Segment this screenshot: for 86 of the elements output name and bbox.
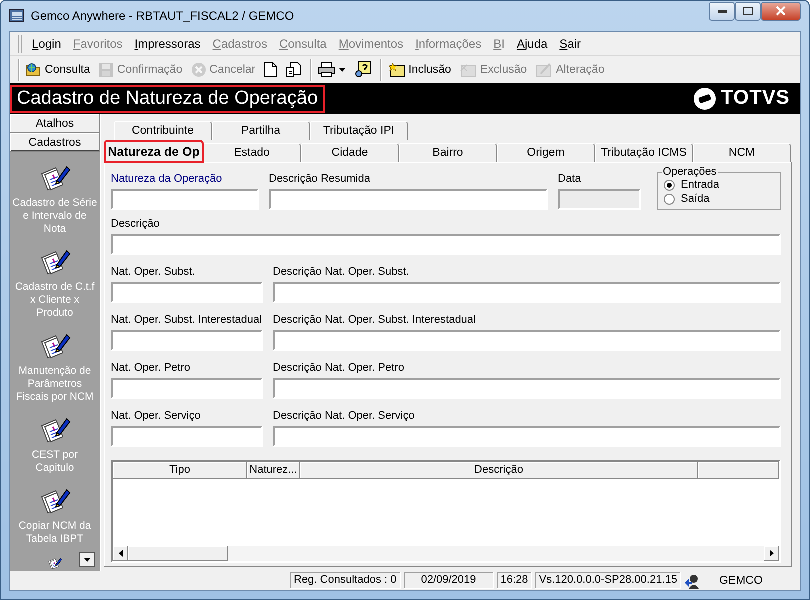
field-label: Nat. Oper. Serviço xyxy=(111,410,202,422)
menu-item[interactable]: Impressoras xyxy=(128,34,207,52)
floppy-icon xyxy=(98,62,114,78)
input-field[interactable] xyxy=(111,282,263,303)
field-label: Nat. Oper. Petro xyxy=(111,362,192,374)
page-title: Cadastro de Natureza de Operação xyxy=(10,84,326,112)
sidebar-tab[interactable]: Cadastros xyxy=(10,133,100,152)
down-arrow-icon xyxy=(84,558,90,562)
field-label: Descrição Nat. Oper. Subst. Interestadual xyxy=(273,314,477,326)
column-header[interactable]: Naturez... xyxy=(247,462,300,479)
field-label: Data xyxy=(558,173,582,185)
left-arrow-icon xyxy=(118,550,122,557)
minimize-icon xyxy=(718,10,726,12)
tab[interactable]: Partilha xyxy=(212,121,310,140)
input-field[interactable] xyxy=(111,189,259,210)
input-field[interactable] xyxy=(111,234,781,255)
help-icon xyxy=(354,60,372,78)
input-field[interactable] xyxy=(273,282,781,303)
tab[interactable]: Bairro xyxy=(399,143,497,162)
field-label: Descrição Nat. Oper. Subst. xyxy=(273,266,410,278)
radio-button[interactable] xyxy=(664,194,675,204)
edit-icon xyxy=(535,62,554,78)
horizontal-scrollbar[interactable] xyxy=(113,546,779,561)
input-field[interactable] xyxy=(111,426,263,447)
radio-label: Saída xyxy=(681,193,710,205)
scroll-left-button[interactable] xyxy=(113,546,128,561)
minimize-button[interactable] xyxy=(709,2,735,20)
tab[interactable]: Tributação IPI xyxy=(310,121,408,140)
input-field[interactable] xyxy=(111,330,263,351)
status-field: 02/09/2019 xyxy=(404,572,494,589)
logo-icon xyxy=(693,86,718,110)
tab[interactable]: Estado xyxy=(203,143,301,162)
document-star-icon xyxy=(388,62,406,78)
radio-dot-icon xyxy=(667,182,672,188)
user-icon xyxy=(684,572,700,588)
field-label: Descrição xyxy=(111,218,161,230)
document-copy-icon xyxy=(286,62,302,78)
column-header[interactable] xyxy=(698,462,779,479)
close-icon xyxy=(776,6,786,16)
radio-button[interactable] xyxy=(664,180,675,190)
logo-text: TOTVS xyxy=(721,87,790,110)
eraser-icon xyxy=(459,62,478,78)
printer-icon xyxy=(318,62,336,78)
sidebar-tab[interactable]: Atalhos xyxy=(10,114,100,133)
menu-item[interactable]: Login xyxy=(26,34,68,52)
caret-icon xyxy=(338,68,346,72)
column-header[interactable]: Tipo xyxy=(113,462,247,479)
close-button[interactable] xyxy=(761,2,801,20)
status-field: Reg. Consultados : 0 xyxy=(290,572,401,589)
tab[interactable]: NCM xyxy=(693,143,791,162)
status-field: 16:28 xyxy=(496,572,532,589)
maximize-icon xyxy=(743,7,753,15)
maximize-button[interactable] xyxy=(735,2,761,20)
field-label: Nat. Oper. Subst. Interestadual xyxy=(111,314,263,326)
field-label: Descrição Nat. Oper. Petro xyxy=(273,362,406,374)
input-field[interactable] xyxy=(273,330,781,351)
window-title: Gemco Anywhere - RBTAUT_FISCAL2 / GEMCO xyxy=(31,9,296,23)
field-label: Natureza da Operação xyxy=(111,173,224,185)
status-field: Vs.120.0.0.0-SP28.00.21.15 xyxy=(535,572,682,589)
tab[interactable]: Cidade xyxy=(301,143,399,162)
toolbar-button[interactable]: Consulta xyxy=(23,58,94,80)
input-field[interactable] xyxy=(269,189,548,210)
input-field[interactable] xyxy=(111,378,263,399)
radio-label: Entrada xyxy=(681,179,720,191)
input-field[interactable] xyxy=(273,426,781,447)
app-icon xyxy=(9,8,25,24)
field-label: Descrição Resumida xyxy=(269,173,372,185)
status-field: GEMCO xyxy=(703,574,779,586)
menu-item[interactable]: Sair xyxy=(554,34,588,52)
folder-icon xyxy=(26,62,42,78)
tab[interactable]: Natureza de Op xyxy=(105,141,203,162)
scroll-right-button[interactable] xyxy=(764,546,779,561)
column-header[interactable]: Descrição xyxy=(300,462,698,479)
field-label: Descrição Nat. Oper. Serviço xyxy=(273,410,416,422)
field-label: Nat. Oper. Subst. xyxy=(111,266,196,278)
menu-item[interactable]: Ajuda xyxy=(510,34,554,52)
cancel-icon xyxy=(190,62,207,78)
group-title: Operações xyxy=(662,166,718,178)
tab[interactable]: Contribuinte xyxy=(114,121,212,140)
input-field[interactable] xyxy=(273,378,781,399)
toolbar-button[interactable]: Inclusão xyxy=(384,58,454,80)
tab[interactable]: Tributação ICMS xyxy=(595,143,693,162)
right-arrow-icon xyxy=(770,550,774,557)
document-icon xyxy=(264,62,278,78)
tab[interactable]: Origem xyxy=(497,143,595,162)
scroll-down-button[interactable] xyxy=(79,552,95,567)
